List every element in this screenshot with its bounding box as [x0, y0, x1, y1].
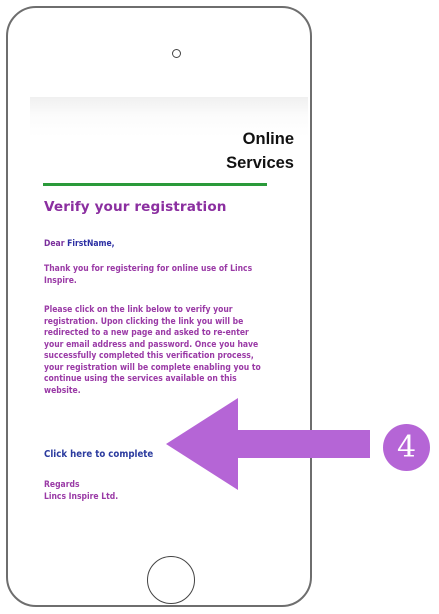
brand-line-2: Services [226, 154, 294, 172]
phone-screen: Online Services Verify your registration… [30, 97, 308, 527]
instructions-paragraph: Please click on the link below to verify… [44, 305, 261, 396]
greeting: Dear FirstName, [44, 239, 264, 251]
home-button[interactable] [147, 556, 195, 604]
sign-off: Regards Lincs Inspire Ltd. [44, 480, 264, 503]
complete-registration-link[interactable]: Click here to complete [44, 449, 153, 460]
brand-line-1: Online [242, 130, 294, 148]
intro-paragraph: Thank you for registering for online use… [44, 264, 253, 286]
phone-frame: Online Services Verify your registration… [6, 6, 312, 607]
step-number-badge: 4 [383, 424, 430, 471]
email-title: Verify your registration [44, 199, 227, 215]
greeting-name: FirstName, [67, 239, 115, 249]
header-divider [43, 183, 267, 186]
online-services-logo: Online Services [226, 127, 294, 175]
regards-text: Regards [44, 480, 80, 490]
camera-icon [172, 49, 181, 58]
greeting-prefix: Dear [44, 239, 68, 249]
signature-text: Lincs Inspire Ltd. [44, 491, 119, 502]
